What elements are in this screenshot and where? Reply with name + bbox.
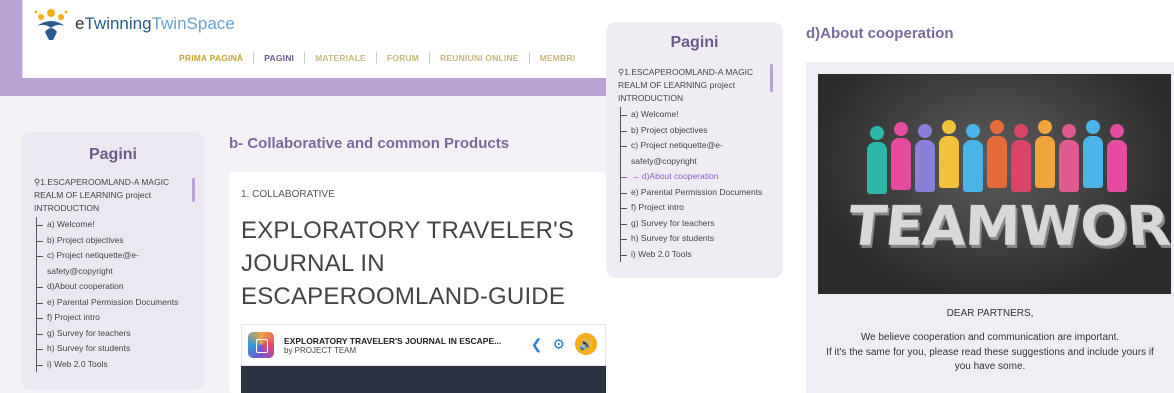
section-heading: EXPLORATORY TRAVELER'S JOURNAL IN ESCAPE…	[241, 217, 575, 310]
pages-tree: a) Welcome! b) Project objectives c) Pro…	[36, 217, 204, 372]
tree-item-objectives[interactable]: b) Project objectives	[37, 233, 204, 249]
figure-icon	[914, 124, 936, 192]
top-navigation: PRIMA PAGINĂ PAGINI MATERIALE FORUM REUN…	[169, 52, 585, 64]
tree-item-survey-students[interactable]: h) Survey for students	[621, 231, 783, 247]
figure-icon	[1082, 120, 1104, 188]
embed-actions: ❮ ⚙ 🔊	[531, 333, 597, 355]
pages-sidebar-right: Pagini ⚲1.ESCAPEROOMLAND-A MAGIC REALM O…	[606, 22, 783, 278]
tree-item-survey-students[interactable]: h) Survey for students	[37, 341, 204, 357]
section-kicker: 1. COLLABORATIVE	[241, 189, 335, 200]
figure-icon	[986, 120, 1008, 188]
content-card: 1. COLLABORATIVE EXPLORATORY TRAVELER'S …	[229, 172, 606, 393]
tree-item-netiquette[interactable]: c) Project netiquette@e-safety@copyright	[621, 138, 783, 169]
page-title: b- Collaborative and common Products	[229, 135, 510, 152]
nav-prima-pagina[interactable]: PRIMA PAGINĂ	[169, 53, 253, 63]
sound-icon[interactable]: 🔊	[575, 333, 597, 355]
nav-membri[interactable]: MEMBRI	[530, 53, 586, 63]
right-twinspace-page: Pagini ⚲1.ESCAPEROOMLAND-A MAGIC REALM O…	[606, 0, 1174, 393]
left-twinspace-page: eTwinningTwinSpace PRIMA PAGINĂ PAGINI M…	[0, 0, 606, 393]
tree-item-parental-permission[interactable]: e) Parental Permission Documents	[621, 185, 783, 201]
tree-root-item[interactable]: ⚲1.ESCAPEROOMLAND-A MAGIC REALM OF LEARN…	[34, 176, 194, 215]
journal-app-icon	[248, 332, 274, 358]
twinspace-logo[interactable]: eTwinningTwinSpace	[31, 6, 235, 42]
teamwork-image: TEAMWORK	[818, 74, 1171, 294]
embedded-book-viewer[interactable]: EXPLORATORY TRAVELER'S JOURNAL IN ESCAPE…	[241, 324, 606, 393]
nav-reuniuni-online[interactable]: REUNIUNI ONLINE	[430, 53, 529, 63]
embed-header-bar: EXPLORATORY TRAVELER'S JOURNAL IN ESCAPE…	[241, 324, 606, 366]
nav-materiale[interactable]: MATERIALE	[305, 53, 376, 63]
tree-item-survey-teachers[interactable]: g) Survey for teachers	[37, 326, 204, 342]
tree-item-web-tools[interactable]: i) Web 2.0 Tools	[37, 357, 204, 373]
figure-icon	[866, 126, 888, 194]
nav-forum[interactable]: FORUM	[377, 53, 429, 63]
pages-tree: a) Welcome! b) Project objectives c) Pro…	[620, 107, 783, 262]
tree-item-netiquette[interactable]: c) Project netiquette@e-safety@copyright	[37, 248, 204, 279]
tree-item-project-intro[interactable]: f) Project intro	[37, 310, 204, 326]
site-header: eTwinningTwinSpace PRIMA PAGINĂ PAGINI M…	[22, 0, 606, 78]
figure-icon	[938, 120, 960, 188]
teamwork-word: TEAMWORK	[843, 195, 1171, 260]
embed-author: by PROJECT TEAM	[284, 345, 357, 355]
tree-item-about-cooperation[interactable]: d)About cooperation	[37, 279, 204, 295]
body-text-line-2: If it's the same for you, please read th…	[826, 347, 1154, 372]
screenshot-collage: eTwinningTwinSpace PRIMA PAGINĂ PAGINI M…	[0, 0, 1174, 393]
cooperation-card: TEAMWORK DEAR PARTNERS, We believe coope…	[806, 62, 1174, 393]
figure-icon	[1106, 124, 1128, 192]
tree-item-parental-permission[interactable]: e) Parental Permission Documents	[37, 295, 204, 311]
sidebar-title: Pagini	[670, 34, 719, 51]
sidebar-title: Pagini	[88, 146, 137, 163]
tree-item-welcome[interactable]: a) Welcome!	[37, 217, 204, 233]
tree-item-objectives[interactable]: b) Project objectives	[621, 123, 783, 139]
figure-icon	[1034, 120, 1056, 188]
nav-pagini[interactable]: PAGINI	[254, 53, 304, 63]
greeting-text: DEAR PARTNERS,	[946, 308, 1034, 319]
tree-item-web-tools[interactable]: i) Web 2.0 Tools	[621, 247, 783, 263]
tree-item-project-intro[interactable]: f) Project intro	[621, 200, 783, 216]
sidebar-scrollbar[interactable]	[770, 64, 773, 92]
figure-icon	[890, 122, 912, 190]
gear-icon[interactable]: ⚙	[552, 336, 565, 353]
share-icon[interactable]: ❮	[531, 336, 543, 353]
tree-item-about-cooperation-active[interactable]: → d)About cooperation	[621, 169, 783, 185]
figure-icon	[1010, 124, 1032, 192]
sidebar-scrollbar[interactable]	[192, 178, 195, 202]
twinspace-logo-text: eTwinningTwinSpace	[75, 14, 235, 33]
figure-icon	[962, 124, 984, 192]
tree-item-welcome[interactable]: a) Welcome!	[621, 107, 783, 123]
embed-title[interactable]: EXPLORATORY TRAVELER'S JOURNAL IN ESCAPE…	[284, 336, 501, 346]
header-purple-band	[0, 78, 606, 96]
body-text-line-1: We believe cooperation and communication…	[860, 332, 1120, 343]
page-title: d)About cooperation	[806, 25, 954, 42]
tree-item-survey-teachers[interactable]: g) Survey for teachers	[621, 216, 783, 232]
pages-sidebar: Pagini ⚲1.ESCAPEROOMLAND-A MAGIC REALM O…	[22, 132, 204, 390]
etwinning-logo-mark-icon	[31, 6, 71, 42]
embed-title-block: EXPLORATORY TRAVELER'S JOURNAL IN ESCAPE…	[284, 336, 501, 355]
active-arrow-icon: →	[631, 171, 640, 181]
tree-root-item[interactable]: ⚲1.ESCAPEROOMLAND-A MAGIC REALM OF LEARN…	[618, 66, 768, 105]
figure-icon	[1058, 124, 1080, 192]
